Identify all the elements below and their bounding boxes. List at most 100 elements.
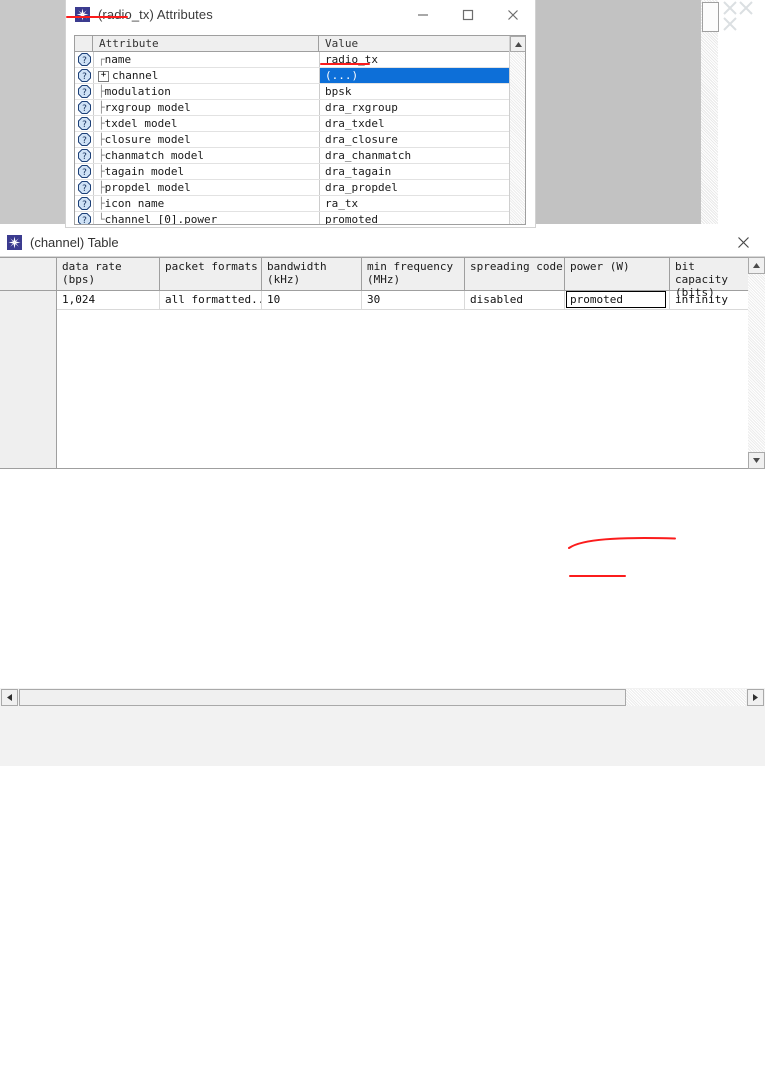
expand-plus-icon[interactable]: + xyxy=(98,70,109,82)
annotation-underline-channel-value xyxy=(320,63,370,65)
tree-branch-icon: ├ xyxy=(98,101,105,114)
table-cell-editor[interactable]: promoted xyxy=(566,291,666,308)
maximize-icon[interactable] xyxy=(445,0,490,29)
table-window-title: (channel) Table xyxy=(30,234,119,250)
attribute-value[interactable]: dra_txdel xyxy=(320,116,525,131)
scroll-right-arrow-icon[interactable] xyxy=(747,688,764,706)
table-cell[interactable]: disabled xyxy=(465,291,565,309)
attribute-help-icon[interactable]: ? xyxy=(75,180,94,195)
table-row[interactable]: 01,024all formatted...1030disabledpromot… xyxy=(0,291,748,310)
attribute-row[interactable]: ? └channel [0].power promoted xyxy=(75,212,525,225)
attribute-name-text: txdel model xyxy=(104,117,178,130)
attribute-help-icon[interactable]: ? xyxy=(75,148,94,163)
attributes-window-title: (radio_tx) Attributes xyxy=(98,7,213,22)
attribute-row[interactable]: ? ├closure model dra_closure xyxy=(75,132,525,148)
scroll-up-arrow-icon[interactable] xyxy=(510,36,525,52)
table-body: 01,024all formatted...1030disabledpromot… xyxy=(0,291,748,310)
attribute-help-icon[interactable]: ? xyxy=(75,100,94,115)
attribute-row[interactable]: ? ├modulation bpsk xyxy=(75,84,525,100)
tree-branch-icon: ├ xyxy=(98,181,105,194)
attributes-window: (radio_tx) Attributes Attribute Value ? ┌… xyxy=(65,0,536,228)
attribute-name: ┌name xyxy=(94,52,320,67)
tree-branch-icon: ┌ xyxy=(98,53,105,66)
attribute-row[interactable]: ? ├icon name ra_tx xyxy=(75,196,525,212)
table-horizontal-scrollbar[interactable] xyxy=(0,687,765,706)
table-column-header[interactable]: packet formats xyxy=(160,258,262,290)
table-column-header[interactable]: min frequency (MHz) xyxy=(362,258,465,290)
attribute-help-icon[interactable]: ? xyxy=(75,68,94,83)
attribute-help-icon[interactable]: ? xyxy=(75,212,94,224)
horizontal-scroll-track[interactable] xyxy=(19,688,746,706)
attribute-value[interactable]: dra_rxgroup xyxy=(320,100,525,115)
attribute-row[interactable]: ? + channel (...) xyxy=(75,68,525,84)
attributes-header-icon-col xyxy=(75,36,93,51)
row-label-strip xyxy=(0,291,57,468)
attribute-value[interactable]: (...) xyxy=(320,68,525,83)
attributes-header-value: Value xyxy=(319,36,525,51)
attribute-name-text: propdel model xyxy=(104,181,191,194)
attribute-help-icon[interactable]: ? xyxy=(75,132,94,147)
scroll-down-arrow-icon[interactable] xyxy=(748,452,765,469)
attribute-name-text: channel xyxy=(112,69,159,82)
attribute-value[interactable]: dra_closure xyxy=(320,132,525,147)
table-column-header[interactable]: bit capacity (bits) xyxy=(670,258,748,299)
attribute-value[interactable]: dra_chanmatch xyxy=(320,148,525,163)
attribute-name-text: name xyxy=(104,53,132,66)
attribute-value[interactable]: bpsk xyxy=(320,84,525,99)
attribute-help-icon[interactable]: ? xyxy=(75,84,94,99)
attribute-value[interactable]: dra_tagain xyxy=(320,164,525,179)
table-header-row-label[interactable] xyxy=(0,258,57,290)
attributes-vertical-scrollbar[interactable] xyxy=(509,36,525,224)
close-icon[interactable] xyxy=(721,228,765,256)
table-cell[interactable]: promoted xyxy=(565,291,670,309)
tree-branch-icon: ├ xyxy=(98,165,105,178)
attributes-body: Attribute Value ? ┌name radio_tx? + channel(… xyxy=(66,29,535,226)
svg-text:?: ? xyxy=(82,200,87,210)
attribute-row[interactable]: ? ├tagain model dra_tagain xyxy=(75,164,525,180)
table-cell[interactable]: all formatted... xyxy=(160,291,262,309)
table-cell[interactable]: 1,024 xyxy=(57,291,160,309)
attribute-name: + channel xyxy=(94,68,320,83)
attribute-row[interactable]: ? ├rxgroup model dra_rxgroup xyxy=(75,100,525,116)
attribute-help-icon[interactable]: ? xyxy=(75,116,94,131)
attribute-row[interactable]: ? ┌name radio_tx xyxy=(75,52,525,68)
attribute-value[interactable]: dra_propdel xyxy=(320,180,525,195)
attribute-row[interactable]: ? ├txdel model dra_txdel xyxy=(75,116,525,132)
attribute-row[interactable]: ? ├propdel model dra_propdel xyxy=(75,180,525,196)
attributes-titlebar[interactable]: (radio_tx) Attributes xyxy=(66,0,535,29)
annotation-underline-title xyxy=(66,16,128,18)
attribute-name-text: closure model xyxy=(104,133,191,146)
tree-branch-icon: ├ xyxy=(98,117,105,130)
table-footer-toolbar: 1 Rows DeleteInsertDuplicateMove UpMove … xyxy=(0,706,765,766)
attribute-name: ├chanmatch model xyxy=(94,148,320,163)
attribute-help-icon[interactable]: ? xyxy=(75,196,94,211)
table-grid-wrapper: data rate (bps) packet formats bandwidth (… xyxy=(0,256,765,577)
attribute-help-icon[interactable]: ? xyxy=(75,164,94,179)
horizontal-scroll-thumb[interactable] xyxy=(19,688,626,706)
table-column-header[interactable]: power (W) xyxy=(565,258,670,290)
close-icon[interactable] xyxy=(490,0,535,29)
table-column-header[interactable]: spreading code xyxy=(465,258,565,290)
attribute-name: ├tagain model xyxy=(94,164,320,179)
minimize-icon[interactable] xyxy=(400,0,445,29)
table-cell[interactable]: 30 xyxy=(362,291,465,309)
scroll-up-arrow-icon[interactable] xyxy=(748,257,765,274)
table-vertical-scrollbar[interactable] xyxy=(748,257,765,469)
svg-text:?: ? xyxy=(82,120,87,130)
background-window-scrollbar-thumb[interactable] xyxy=(702,2,719,32)
attributes-grid: Attribute Value ? ┌name radio_tx? + channel(… xyxy=(74,35,526,225)
table-titlebar[interactable]: (channel) Table xyxy=(0,228,765,257)
tree-branch-icon: └ xyxy=(98,213,105,225)
opnet-star-icon xyxy=(75,7,90,22)
background-window-scrollbar[interactable] xyxy=(701,0,718,224)
table-cell[interactable]: 10 xyxy=(262,291,362,309)
attribute-value[interactable]: promoted xyxy=(320,212,525,224)
attributes-row-container: ? ┌name radio_tx? + channel (...)? ├modulation… xyxy=(75,52,525,225)
table-column-header[interactable]: bandwidth (kHz) xyxy=(262,258,362,290)
scroll-left-arrow-icon[interactable] xyxy=(1,688,18,706)
attribute-value[interactable]: ra_tx xyxy=(320,196,525,211)
attribute-help-icon[interactable]: ? xyxy=(75,52,94,67)
table-column-header[interactable]: data rate (bps) xyxy=(57,258,160,290)
svg-text:?: ? xyxy=(82,152,87,162)
attribute-row[interactable]: ? ├chanmatch model dra_chanmatch xyxy=(75,148,525,164)
